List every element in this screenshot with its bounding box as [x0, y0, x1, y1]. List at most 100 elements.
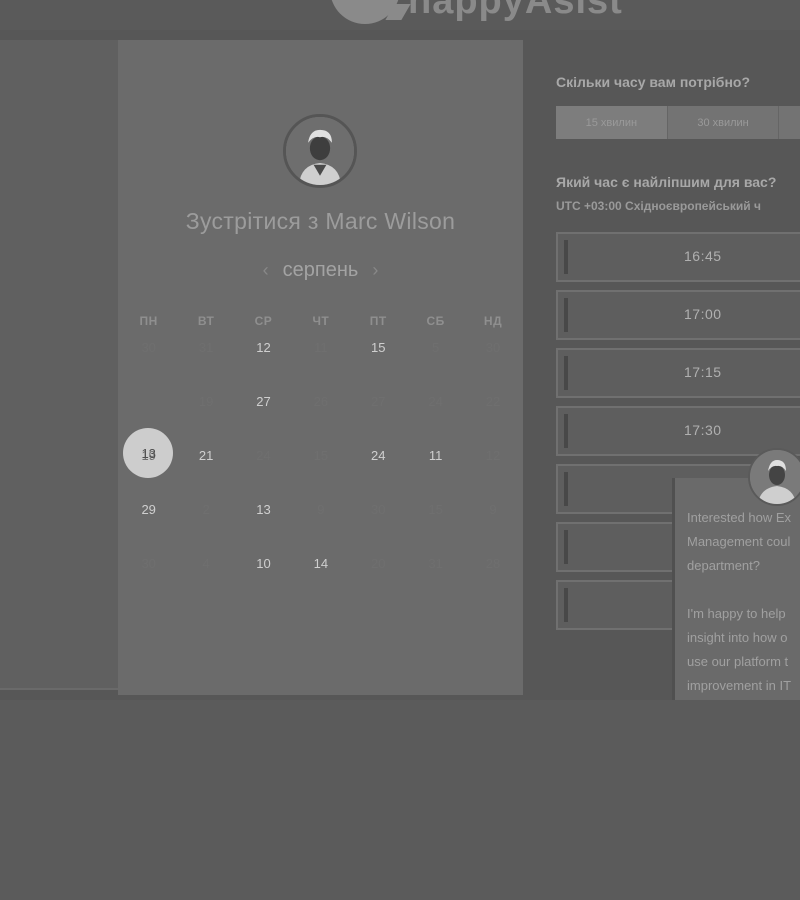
- weekday-label: ПН: [139, 314, 158, 328]
- page-title: Зустрітися з Marc Wilson: [185, 208, 456, 234]
- calendar-day: 30: [120, 332, 177, 362]
- host-avatar: [283, 114, 357, 188]
- weekday-label: ВТ: [197, 314, 215, 328]
- calendar-day-number: 9: [317, 501, 325, 517]
- calendar-day-number: 10: [256, 555, 271, 571]
- weekday-label: НД: [483, 314, 503, 328]
- calendar-day: 31: [407, 548, 464, 578]
- calendar-day: 12: [464, 440, 521, 470]
- calendar-day[interactable]: 14: [292, 548, 349, 578]
- duration-selector: 15 хвилин 30 хвилин: [556, 106, 800, 139]
- duration-option-15[interactable]: 15 хвилин: [556, 106, 668, 139]
- calendar-day[interactable]: 12: [235, 332, 292, 362]
- footer-area: [0, 700, 800, 900]
- calendar-day-number: 15: [313, 447, 329, 463]
- month-navigation: ‹ серпень ›: [118, 256, 523, 284]
- calendar-day: 20: [350, 548, 407, 578]
- calendar-day: 4: [177, 548, 234, 578]
- time-slot[interactable]: 16:45: [556, 232, 800, 282]
- calendar-grid: 30 31 12 11 15 5 30 13 19 27 26 27 24 22 19 21 24 15 24 11 1…: [120, 332, 522, 602]
- calendar-day-number: 31: [428, 555, 443, 571]
- time-slot-label: 17:00: [684, 306, 722, 322]
- calendar-day-number: 27: [256, 393, 271, 409]
- calendar-day-number: 13: [141, 445, 156, 461]
- calendar-day: 9: [464, 494, 521, 524]
- calendar-day: 30: [350, 494, 407, 524]
- calendar-day: 27: [350, 386, 407, 416]
- chat-paragraph: Interested how Ex Management coul depart…: [687, 510, 792, 573]
- calendar-day: 26: [292, 386, 349, 416]
- calendar-day[interactable]: 24: [350, 440, 407, 470]
- calendar-day[interactable]: 15: [350, 332, 407, 362]
- chevron-left-icon[interactable]: ‹: [263, 261, 269, 279]
- calendar-day[interactable]: 27: [235, 386, 292, 416]
- weekday-label: ЧТ: [312, 314, 330, 328]
- calendar-day: 24: [407, 386, 464, 416]
- calendar-day-number: 20: [371, 555, 386, 571]
- calendar-day: 30: [120, 548, 177, 578]
- calendar-day: 24: [235, 440, 292, 470]
- time-slot[interactable]: 17:15: [556, 348, 800, 398]
- weekday-label: СБ: [426, 314, 445, 328]
- calendar-day-number: 12: [485, 447, 501, 463]
- calendar-day-number: 11: [428, 447, 443, 463]
- calendar-day-number: 24: [371, 447, 386, 463]
- calendar-day-selected[interactable]: 13: [120, 386, 177, 478]
- calendar-day-number: 27: [371, 393, 386, 409]
- calendar-day-number: 21: [198, 447, 214, 463]
- calendar-day-number: 26: [313, 393, 329, 409]
- calendar-day[interactable]: 21: [177, 440, 234, 470]
- calendar-day: 5: [407, 332, 464, 362]
- calendar-day-number: 30: [485, 339, 501, 355]
- person-avatar-icon: [286, 117, 354, 185]
- logo: happyAsist: [330, 0, 623, 24]
- calendar-day: 19: [177, 386, 234, 416]
- calendar-day-number: 12: [256, 339, 271, 355]
- logo-icon: [330, 0, 400, 24]
- duration-question: Скільки часу вам потрібно?: [556, 74, 751, 90]
- calendar-day[interactable]: 11: [407, 440, 464, 470]
- time-slot[interactable]: 17:00: [556, 290, 800, 340]
- calendar-day-number: 13: [256, 501, 271, 517]
- calendar-day: 28: [464, 548, 521, 578]
- calendar-day[interactable]: 13: [235, 494, 292, 524]
- calendar-day-number: 30: [371, 501, 386, 517]
- calendar-day-number: 30: [141, 339, 156, 355]
- calendar-day-number: 15: [428, 501, 443, 517]
- calendar-day-number: 29: [141, 501, 156, 517]
- calendar-day[interactable]: 29: [120, 494, 177, 524]
- calendar-day-number: 24: [256, 447, 271, 463]
- calendar-day-number: 31: [198, 339, 214, 355]
- calendar-day-number: 14: [313, 555, 329, 571]
- calendar-day: 2: [177, 494, 234, 524]
- calendar-day: 30: [464, 332, 521, 362]
- calendar-day-number: 30: [141, 555, 156, 571]
- calendar-day-number: 9: [489, 501, 497, 517]
- calendar-day-number: 22: [485, 393, 501, 409]
- duration-option-30[interactable]: 30 хвилин: [668, 106, 780, 139]
- time-question: Який час є найліпшим для вас?: [556, 174, 777, 190]
- calendar-day-number: 2: [202, 501, 210, 517]
- person-avatar-icon: [750, 450, 800, 504]
- chevron-right-icon[interactable]: ›: [372, 261, 378, 279]
- calendar-day: 31: [177, 332, 234, 362]
- timezone-label[interactable]: UTC +03:00 Східноєвропейський ч: [556, 199, 761, 213]
- calendar-day-number: 15: [371, 339, 386, 355]
- calendar-day-number: 28: [485, 555, 501, 571]
- calendar-day: 22: [464, 386, 521, 416]
- calendar-week: 30 4 10 14 20 31 28: [120, 548, 522, 602]
- calendar-day-number: 24: [428, 393, 443, 409]
- weekday-header: ПН ВТ СР ЧТ ПТ СБ НД: [120, 314, 522, 328]
- left-sidebar: [0, 40, 119, 690]
- calendar-week: 19 21 24 15 24 11 12: [120, 440, 522, 494]
- month-label: серпень: [282, 258, 359, 281]
- duration-option-more[interactable]: [779, 106, 800, 139]
- weekday-label: СР: [254, 314, 273, 328]
- calendar-day[interactable]: 10: [235, 548, 292, 578]
- time-slot[interactable]: 17:30: [556, 406, 800, 456]
- chat-agent-avatar[interactable]: [748, 448, 800, 506]
- time-slot-label: 17:15: [684, 364, 722, 380]
- calendar-day: 15: [407, 494, 464, 524]
- calendar-day: 9: [292, 494, 349, 524]
- calendar-day: 15: [292, 440, 349, 470]
